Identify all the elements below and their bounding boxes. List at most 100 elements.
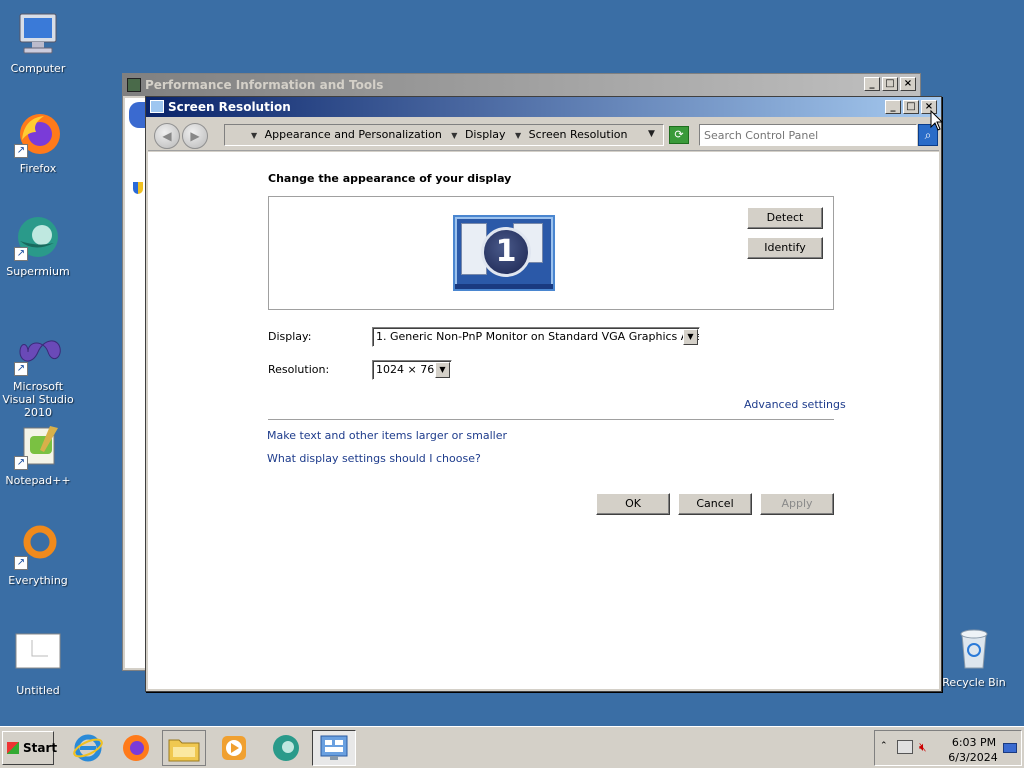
supermium-icon: ↗ — [14, 213, 62, 261]
control-panel-icon — [320, 735, 348, 760]
start-label: Start — [23, 741, 58, 755]
shortcut-arrow-icon: ↗ — [14, 556, 28, 570]
mouse-cursor-icon — [930, 110, 944, 131]
breadcrumb-item[interactable]: Appearance and Personalization — [265, 128, 442, 141]
resolution-select-value: 1024 × 768 — [376, 363, 442, 376]
address-dropdown-icon[interactable]: ▼ — [648, 129, 655, 139]
firefox-icon — [123, 735, 149, 761]
chevron-down-icon[interactable]: ▼ — [683, 329, 698, 345]
resolution-label: Resolution: — [268, 363, 330, 376]
desktop-icon-everything[interactable]: ↗ Everything — [0, 522, 76, 587]
maximize-button[interactable]: □ — [903, 100, 919, 114]
chevron-icon: ▼ — [515, 131, 522, 140]
recycle-bin-icon — [950, 624, 998, 672]
text-size-link[interactable]: Make text and other items larger or smal… — [267, 429, 507, 442]
desktop-icon-label: Recycle Bin — [942, 676, 1006, 689]
display-icon — [150, 100, 164, 113]
display-settings-help-link[interactable]: What display settings should I choose? — [267, 452, 481, 465]
system-tray: ⌃ 🔇︎ 6:03 PM 6/3/2024 — [874, 730, 1022, 766]
desktop-icon-notepadpp[interactable]: ↗ Notepad++ — [0, 422, 76, 487]
taskbar-internet-explorer[interactable] — [66, 730, 110, 766]
notepadpp-icon: ↗ — [14, 422, 62, 470]
desktop-icon-computer[interactable]: Computer — [0, 10, 76, 75]
desktop-icon-label: Firefox — [19, 162, 57, 175]
desktop-icon-label: Everything — [8, 574, 68, 587]
display-select[interactable]: 1. Generic Non-PnP Monitor on Standard V… — [372, 327, 700, 347]
desktop-icon-supermium[interactable]: ↗ Supermium — [0, 213, 76, 278]
shortcut-arrow-icon: ↗ — [14, 247, 28, 261]
detect-button[interactable]: Detect — [747, 207, 823, 229]
shield-icon — [133, 182, 143, 194]
chevron-icon: ▼ — [251, 131, 258, 140]
maximize-button[interactable]: □ — [882, 77, 898, 91]
divider — [268, 419, 834, 420]
network-icon[interactable] — [897, 740, 913, 754]
clock-date[interactable]: 6/3/2024 — [945, 751, 1001, 764]
performance-window-titlebar[interactable]: Performance Information and Tools _ □ × — [123, 74, 920, 96]
cancel-button[interactable]: Cancel — [678, 493, 752, 515]
chevron-icon: ▼ — [451, 131, 458, 140]
address-bar: ◀ ▶ ▼ Appearance and Personalization ▼ D… — [148, 119, 939, 151]
desktop-icon-label: Untitled — [16, 684, 60, 697]
clock-time[interactable]: 6:03 PM — [949, 736, 999, 749]
taskbar-firefox[interactable] — [114, 730, 158, 766]
image-file-icon — [14, 632, 62, 680]
desktop-icon-label: Microsoft Visual Studio 2010 — [2, 380, 74, 419]
content-area: Change the appearance of your display 1 … — [148, 152, 939, 689]
apply-button[interactable]: Apply — [760, 493, 834, 515]
desktop-icon-visual-studio[interactable]: ↗ Microsoft Visual Studio 2010 — [0, 328, 76, 419]
show-hidden-icons-icon[interactable]: ⌃ — [880, 741, 888, 751]
resolution-select[interactable]: 1024 × 768 ▼ — [372, 360, 452, 380]
minimize-button[interactable]: _ — [885, 100, 901, 114]
close-button[interactable]: × — [900, 77, 916, 91]
windows-logo-icon — [7, 742, 19, 754]
page-heading: Change the appearance of your display — [268, 172, 512, 185]
show-desktop-icon[interactable] — [1003, 743, 1017, 753]
shortcut-arrow-icon: ↗ — [14, 144, 28, 158]
advanced-settings-link[interactable]: Advanced settings — [744, 398, 846, 411]
supermium-icon — [273, 735, 299, 761]
shortcut-arrow-icon: ↗ — [14, 456, 28, 470]
search-input[interactable] — [699, 124, 917, 146]
breadcrumb[interactable]: ▼ Appearance and Personalization ▼ Displ… — [224, 124, 664, 146]
refresh-button[interactable]: ⟳ — [669, 126, 689, 144]
desktop-icon-label: Notepad++ — [5, 474, 71, 487]
monitor-number-badge: 1 — [481, 227, 531, 277]
desktop-icon-recycle-bin[interactable]: Recycle Bin — [936, 624, 1012, 689]
taskbar-file-explorer[interactable] — [162, 730, 206, 766]
thumbnail-taskbar — [455, 284, 553, 289]
screen-resolution-window[interactable]: Screen Resolution _ □ × ◀ ▶ ▼ Appearance… — [145, 96, 942, 692]
display-label: Display: — [268, 330, 312, 343]
monitor-1-thumbnail[interactable]: 1 — [453, 215, 555, 291]
monitor-arrangement-panel: 1 Detect Identify — [268, 196, 834, 310]
taskbar-control-panel[interactable] — [312, 730, 356, 766]
everything-icon: ↗ — [14, 522, 62, 570]
visual-studio-icon: ↗ — [14, 328, 62, 376]
display-select-value: 1. Generic Non-PnP Monitor on Standard V… — [376, 330, 700, 343]
back-button[interactable]: ◀ — [154, 123, 180, 149]
screen-resolution-titlebar[interactable]: Screen Resolution _ □ × — [146, 97, 941, 117]
folder-icon — [168, 739, 200, 762]
window-title: Screen Resolution — [168, 100, 291, 114]
chevron-down-icon[interactable]: ▼ — [435, 362, 450, 378]
firefox-icon: ↗ — [14, 110, 62, 158]
ok-button[interactable]: OK — [596, 493, 670, 515]
desktop-icon-untitled[interactable]: Untitled — [0, 632, 76, 697]
desktop-icon-label: Supermium — [6, 265, 70, 278]
media-player-icon — [222, 736, 246, 760]
forward-button[interactable]: ▶ — [182, 123, 208, 149]
shortcut-arrow-icon: ↗ — [14, 362, 28, 376]
breadcrumb-item[interactable]: Display — [465, 128, 506, 141]
breadcrumb-item[interactable]: Screen Resolution — [529, 128, 628, 141]
start-button[interactable]: Start — [2, 731, 58, 765]
internet-explorer-icon — [73, 734, 103, 762]
desktop-icon-firefox[interactable]: ↗ Firefox — [0, 110, 76, 175]
taskbar-media-player[interactable] — [212, 730, 256, 766]
minimize-button[interactable]: _ — [864, 77, 880, 91]
taskbar: Start ⌃ 🔇︎ 6:03 PM 6/3/2024 — [0, 726, 1024, 768]
volume-muted-icon[interactable]: 🔇︎ — [919, 740, 927, 755]
taskbar-supermium[interactable] — [264, 730, 308, 766]
computer-icon — [14, 10, 62, 58]
performance-window-title: Performance Information and Tools — [145, 78, 384, 92]
identify-button[interactable]: Identify — [747, 237, 823, 259]
